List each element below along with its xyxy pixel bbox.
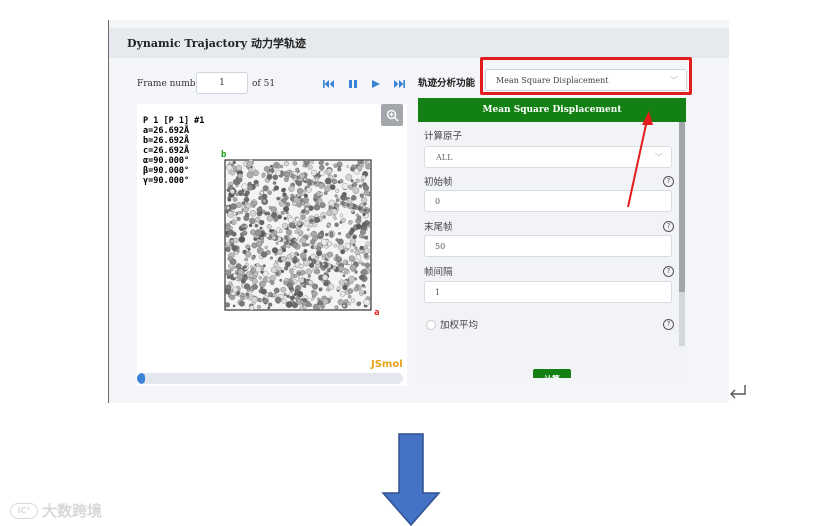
zoom-in-icon[interactable] <box>381 104 403 126</box>
axis-a-label: a <box>374 308 380 318</box>
trajectory-panel: Dynamic Trajactory 动力学轨迹 Frame number: o… <box>108 20 729 403</box>
help-icon[interactable]: ? <box>663 266 674 277</box>
play-icon[interactable] <box>369 77 383 91</box>
jsmol-logo: JSmol <box>371 359 403 370</box>
calculate-button[interactable]: 计算 <box>533 369 571 378</box>
atoms-label: 计算原子 <box>424 131 463 142</box>
end-frame-label: 末尾帧 <box>424 222 453 233</box>
return-icon <box>730 385 746 399</box>
watermark-logo-icon: iC° <box>10 502 38 519</box>
start-frame-label: 初始帧 <box>424 177 453 188</box>
help-icon[interactable]: ? <box>663 319 674 330</box>
watermark: iC° 大数跨境 <box>10 500 102 521</box>
skip-last-icon[interactable] <box>392 77 406 91</box>
frame-interval-label: 帧间隔 <box>424 267 453 278</box>
weighted-average-label: 加权平均 <box>440 320 479 331</box>
molecule-render[interactable] <box>223 158 373 313</box>
unit-cell-info: P 1 [P 1] #1 a=26.692Å b=26.692Å c=26.69… <box>143 116 205 186</box>
progress-fill <box>137 373 145 384</box>
skip-first-icon[interactable] <box>322 77 336 91</box>
analysis-function-label: 轨迹分析功能 <box>418 78 476 89</box>
panel-title: Dynamic Trajactory 动力学轨迹 <box>127 37 306 50</box>
help-icon[interactable]: ? <box>663 221 674 232</box>
jsmol-viewer[interactable]: P 1 [P 1] #1 a=26.692Å b=26.692Å c=26.69… <box>137 104 407 386</box>
pause-icon[interactable] <box>346 77 360 91</box>
msd-scrollbar[interactable] <box>679 122 685 346</box>
annotation-arrow <box>627 111 653 208</box>
panel-header: Dynamic Trajactory 动力学轨迹 <box>109 28 729 58</box>
frame-total: of 51 <box>252 79 276 89</box>
annotation-highlight-box <box>480 57 692 95</box>
atoms-select-value: ALL <box>436 153 453 162</box>
axis-b-label: b <box>221 150 227 160</box>
frame-progress-bar[interactable] <box>137 373 403 384</box>
msd-scrollbar-thumb[interactable] <box>679 122 685 292</box>
frame-number-input[interactable] <box>196 72 248 94</box>
watermark-text: 大数跨境 <box>42 502 103 520</box>
end-frame-input[interactable] <box>424 235 672 257</box>
frame-interval-input[interactable] <box>424 281 672 303</box>
help-icon[interactable]: ? <box>663 176 674 187</box>
weighted-average-checkbox[interactable] <box>426 320 436 330</box>
down-arrow-icon <box>381 433 441 526</box>
